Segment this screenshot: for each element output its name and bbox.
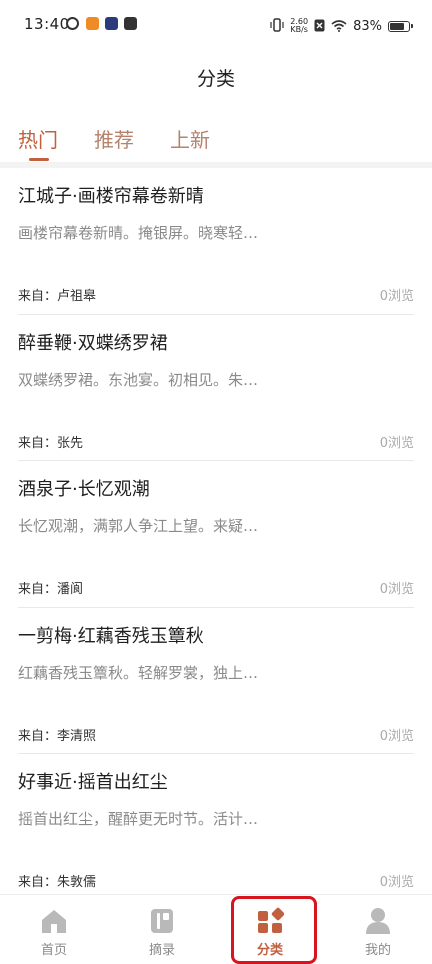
- poem-author: 来自：朱敦儒: [18, 871, 96, 890]
- author-prefix: 来自：: [18, 582, 58, 597]
- nav-excerpt[interactable]: 摘录: [108, 895, 216, 964]
- battery-fill: [390, 22, 405, 30]
- author-name: 卢祖皋: [57, 289, 97, 304]
- poem-list: 江城子·画楼帘幕卷新晴 画楼帘幕卷新晴。掩银屏。晓寒轻… 来自：卢祖皋 0浏览 …: [0, 168, 432, 901]
- app-notification-icon: [66, 17, 79, 30]
- poem-title: 酒泉子·长忆观潮: [18, 479, 150, 500]
- tab-new-label: 上新: [170, 128, 210, 152]
- view-count: 0浏览: [379, 289, 414, 304]
- nav-category[interactable]: 分类: [216, 895, 324, 964]
- view-count: 0浏览: [379, 582, 414, 597]
- poem-card[interactable]: 酒泉子·长忆观潮 长忆观潮，满郭人争江上望。来疑… 来自：潘阆 0浏览: [18, 461, 414, 608]
- tab-recommended[interactable]: 推荐: [94, 124, 134, 164]
- poem-author: 来自：李清照: [18, 725, 96, 744]
- view-count: 0浏览: [379, 875, 414, 890]
- category-icon: [255, 907, 285, 935]
- nav-category-label: 分类: [256, 943, 283, 958]
- wifi-icon: [331, 17, 347, 36]
- poem-title: 江城子·画楼帘幕卷新晴: [18, 186, 204, 207]
- app-notification-icon: [105, 17, 118, 30]
- author-prefix: 来自：: [18, 728, 58, 744]
- network-speed-unit: KB/s: [290, 25, 308, 34]
- excerpt-icon: [147, 907, 177, 935]
- poem-snippet: 摇首出红尘，醒醉更无时节。活计…: [18, 810, 259, 828]
- poem-card[interactable]: 江城子·画楼帘幕卷新晴 画楼帘幕卷新晴。掩银屏。晓寒轻… 来自：卢祖皋 0浏览: [18, 168, 414, 315]
- tab-active-indicator: [29, 158, 49, 161]
- profile-icon: [363, 907, 393, 935]
- poem-snippet: 长忆观潮，满郭人争江上望。来疑…: [18, 517, 259, 535]
- view-count: 0浏览: [379, 728, 414, 744]
- tab-hot[interactable]: 热门: [18, 124, 58, 164]
- poem-snippet: 红藕香残玉簟秋。轻解罗裳，独上…: [18, 663, 259, 682]
- author-prefix: 来自：: [18, 875, 58, 890]
- nav-profile[interactable]: 我的: [324, 895, 432, 964]
- tab-recommended-label: 推荐: [94, 128, 134, 152]
- poem-title: 一剪梅·红藕香残玉簟秋: [18, 625, 204, 647]
- author-name: 潘阆: [57, 582, 84, 597]
- author-name: 张先: [57, 435, 84, 451]
- tab-hot-label: 热门: [18, 128, 58, 152]
- poem-card[interactable]: 一剪梅·红藕香残玉簟秋 红藕香残玉簟秋。轻解罗裳，独上… 来自：李清照 0浏览: [18, 608, 414, 754]
- bottom-nav: 首页 摘录 分类 我的: [0, 894, 432, 964]
- view-count: 0浏览: [379, 435, 414, 451]
- author-prefix: 来自：: [18, 289, 58, 304]
- tab-new[interactable]: 上新: [170, 124, 210, 164]
- poem-card[interactable]: 好事近·摇首出红尘 摇首出红尘，醒醉更无时节。活计… 来自：朱敦儒 0浏览: [18, 754, 414, 901]
- app-notification-icon: [86, 17, 99, 30]
- nav-profile-label: 我的: [364, 943, 391, 958]
- poem-title: 好事近·摇首出红尘: [18, 772, 168, 793]
- poem-snippet: 画楼帘幕卷新晴。掩银屏。晓寒轻…: [18, 224, 259, 242]
- poem-author: 来自：卢祖皋: [18, 285, 96, 304]
- author-name: 朱敦儒: [57, 875, 97, 890]
- poem-author: 来自：张先: [18, 432, 83, 451]
- nav-home-label: 首页: [40, 943, 67, 958]
- status-time: 13:40: [24, 15, 70, 33]
- battery-icon: [388, 20, 413, 32]
- poem-title: 醉垂鞭·双蝶绣罗裙: [18, 332, 168, 354]
- poem-author: 来自：潘阆: [18, 578, 83, 597]
- page-title: 分类: [196, 68, 235, 90]
- poem-snippet: 双蝶绣罗裙。东池宴。初相见。朱…: [18, 370, 259, 389]
- author-prefix: 来自：: [18, 435, 58, 451]
- message-notification-icon: [124, 17, 137, 30]
- vibrate-icon: [270, 17, 284, 36]
- author-name: 李清照: [57, 728, 97, 744]
- nav-excerpt-label: 摘录: [148, 943, 175, 958]
- status-bar: 13:40 2.60 KB/s 83%: [0, 0, 432, 52]
- sim-off-icon: [314, 17, 325, 36]
- tab-bar: 热门 推荐 上新: [18, 124, 210, 164]
- nav-home[interactable]: 首页: [0, 895, 108, 964]
- home-icon: [39, 907, 69, 935]
- battery-percent: 83%: [353, 18, 382, 34]
- poem-card[interactable]: 醉垂鞭·双蝶绣罗裙 双蝶绣罗裙。东池宴。初相见。朱… 来自：张先 0浏览: [18, 315, 414, 461]
- network-speed: 2.60 KB/s: [290, 18, 308, 34]
